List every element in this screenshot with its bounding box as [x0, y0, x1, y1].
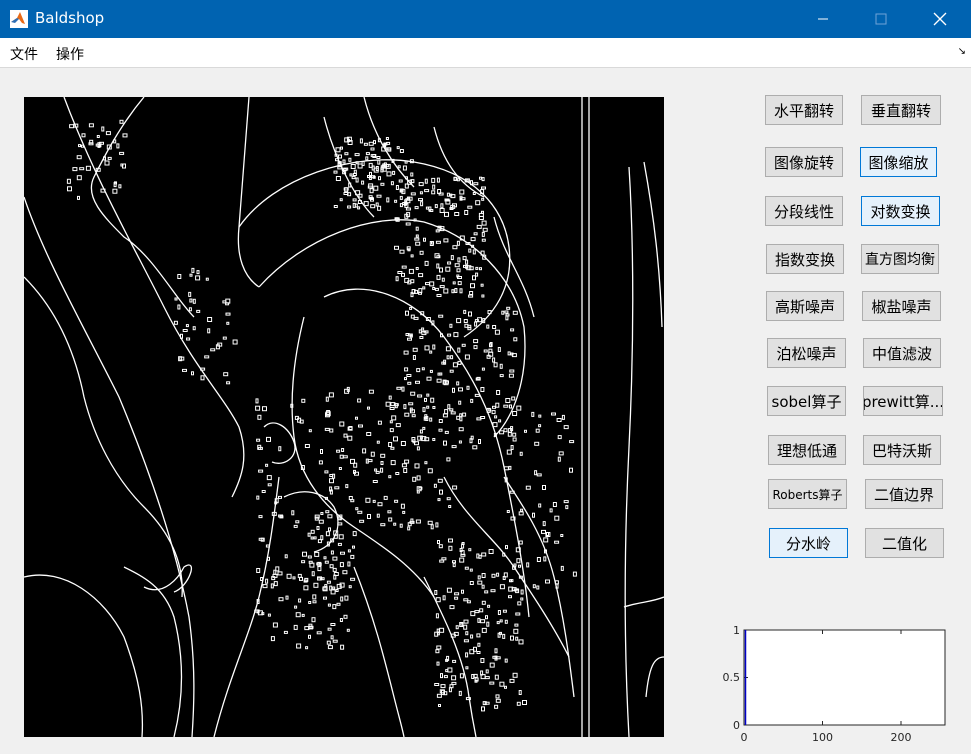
- x-tick-label: 100: [812, 731, 833, 744]
- histogram-axes: 1 0.5 0 0 100 200: [723, 624, 946, 744]
- ideal-lowpass-button[interactable]: 理想低通: [768, 435, 846, 465]
- image-rotate-button[interactable]: 图像旋转: [765, 147, 843, 177]
- toolbar-toggle-icon[interactable]: ↘: [958, 46, 966, 57]
- gaussian-noise-button[interactable]: 高斯噪声: [766, 291, 844, 321]
- salt-pepper-noise-button[interactable]: 椒盐噪声: [862, 291, 941, 321]
- y-tick-label: 1: [733, 624, 740, 637]
- maximize-button[interactable]: [858, 0, 904, 38]
- minimize-button[interactable]: [800, 0, 846, 38]
- matlab-icon: [10, 10, 28, 28]
- histogram-equalize-button[interactable]: 直方图均衡: [861, 244, 939, 274]
- vertical-flip-button[interactable]: 垂直翻转: [861, 95, 941, 125]
- poisson-noise-button[interactable]: 泊松噪声: [767, 338, 846, 368]
- sobel-operator-button[interactable]: sobel算子: [767, 386, 846, 416]
- menu-bar: 文件 操作 ↘: [0, 38, 971, 68]
- binarize-button[interactable]: 二值化: [865, 528, 944, 558]
- butterworth-button[interactable]: 巴特沃斯: [863, 435, 941, 465]
- x-tick-label: 200: [891, 731, 912, 744]
- horizontal-flip-button[interactable]: 水平翻转: [765, 95, 843, 125]
- maximize-icon: [875, 13, 887, 25]
- close-icon: [933, 12, 947, 26]
- watershed-button[interactable]: 分水岭: [769, 528, 848, 558]
- minimize-icon: [818, 18, 828, 20]
- y-tick-label: 0: [733, 719, 740, 732]
- menu-operation[interactable]: 操作: [56, 44, 84, 64]
- menu-file[interactable]: 文件: [10, 44, 38, 64]
- y-tick-label: 0.5: [723, 671, 741, 684]
- median-filter-button[interactable]: 中值滤波: [863, 338, 941, 368]
- binary-boundary-button[interactable]: 二值边界: [865, 479, 943, 509]
- image-axes: [24, 97, 664, 737]
- image-scale-button[interactable]: 图像缩放: [860, 147, 937, 177]
- roberts-operator-button[interactable]: Roberts算子: [768, 479, 847, 509]
- prewitt-operator-button[interactable]: prewitt算...: [863, 386, 943, 416]
- title-bar: Baldshop: [0, 0, 971, 38]
- x-tick-label: 0: [741, 731, 748, 744]
- window-title: Baldshop: [35, 9, 105, 27]
- log-transform-button[interactable]: 对数变换: [861, 196, 940, 226]
- piecewise-linear-button[interactable]: 分段线性: [765, 196, 843, 226]
- exp-transform-button[interactable]: 指数变换: [766, 244, 844, 274]
- close-button[interactable]: [917, 0, 963, 38]
